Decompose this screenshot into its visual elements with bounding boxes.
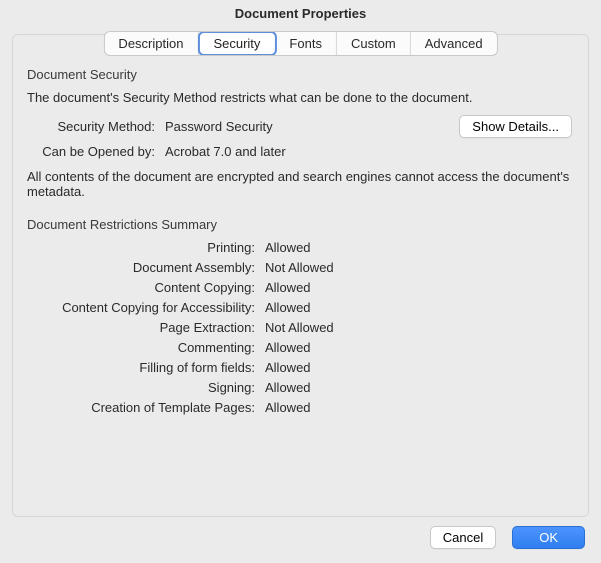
restriction-value: Allowed xyxy=(265,400,311,415)
security-method-value: Password Security xyxy=(165,119,459,134)
restriction-value: Allowed xyxy=(265,360,311,375)
restriction-row: Content Copying: Allowed xyxy=(25,280,576,295)
restriction-value: Allowed xyxy=(265,340,311,355)
window-title: Document Properties xyxy=(0,0,601,25)
encrypted-note: All contents of the document are encrypt… xyxy=(27,169,574,199)
restriction-label: Content Copying for Accessibility: xyxy=(25,300,265,315)
restriction-label: Creation of Template Pages: xyxy=(25,400,265,415)
restriction-row: Document Assembly: Not Allowed xyxy=(25,260,576,275)
opened-by-row: Can be Opened by: Acrobat 7.0 and later xyxy=(25,144,576,159)
restriction-label: Page Extraction: xyxy=(25,320,265,335)
restriction-value: Not Allowed xyxy=(265,320,334,335)
document-properties-window: Document Properties Description Security… xyxy=(0,0,601,563)
restrictions-heading: Document Restrictions Summary xyxy=(27,217,574,232)
security-section: Document Security The document's Securit… xyxy=(25,67,576,199)
dialog-footer: Cancel OK xyxy=(430,526,585,549)
restrictions-table: Printing: Allowed Document Assembly: Not… xyxy=(25,240,576,415)
content-panel: Description Security Fonts Custom Advanc… xyxy=(12,34,589,517)
restriction-value: Allowed xyxy=(265,300,311,315)
opened-by-label: Can be Opened by: xyxy=(25,144,165,159)
restriction-row: Filling of form fields: Allowed xyxy=(25,360,576,375)
tab-security[interactable]: Security xyxy=(197,31,276,56)
restriction-row: Page Extraction: Not Allowed xyxy=(25,320,576,335)
tab-bar: Description Security Fonts Custom Advanc… xyxy=(103,31,497,56)
security-heading: Document Security xyxy=(27,67,574,82)
security-intro: The document's Security Method restricts… xyxy=(27,90,574,105)
security-method-row: Security Method: Password Security xyxy=(25,119,459,134)
tab-description[interactable]: Description xyxy=(104,32,198,55)
ok-button[interactable]: OK xyxy=(512,526,585,549)
restriction-row: Creation of Template Pages: Allowed xyxy=(25,400,576,415)
restriction-row: Printing: Allowed xyxy=(25,240,576,255)
restriction-label: Commenting: xyxy=(25,340,265,355)
restriction-value: Allowed xyxy=(265,380,311,395)
restriction-label: Document Assembly: xyxy=(25,260,265,275)
restriction-row: Signing: Allowed xyxy=(25,380,576,395)
restriction-label: Filling of form fields: xyxy=(25,360,265,375)
restriction-label: Printing: xyxy=(25,240,265,255)
cancel-button[interactable]: Cancel xyxy=(430,526,496,549)
restriction-row: Content Copying for Accessibility: Allow… xyxy=(25,300,576,315)
restrictions-section: Document Restrictions Summary Printing: … xyxy=(25,217,576,415)
restriction-label: Content Copying: xyxy=(25,280,265,295)
tab-advanced[interactable]: Advanced xyxy=(411,32,497,55)
tab-custom[interactable]: Custom xyxy=(337,32,411,55)
opened-by-value: Acrobat 7.0 and later xyxy=(165,144,576,159)
restriction-value: Not Allowed xyxy=(265,260,334,275)
show-details-button[interactable]: Show Details... xyxy=(459,115,572,138)
restriction-value: Allowed xyxy=(265,240,311,255)
tab-fonts[interactable]: Fonts xyxy=(275,32,337,55)
security-method-label: Security Method: xyxy=(25,119,165,134)
restriction-value: Allowed xyxy=(265,280,311,295)
restriction-label: Signing: xyxy=(25,380,265,395)
restriction-row: Commenting: Allowed xyxy=(25,340,576,355)
